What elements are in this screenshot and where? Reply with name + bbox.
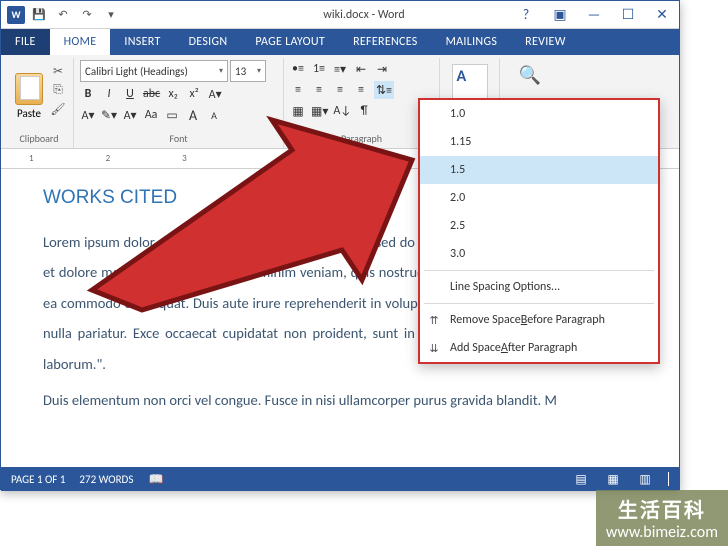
tab-design[interactable]: DESIGN (175, 29, 242, 55)
paste-button[interactable]: Paste (11, 60, 47, 132)
find-icon[interactable]: 🔍 (514, 64, 546, 96)
change-case-button[interactable]: Aa (143, 106, 159, 124)
read-mode-icon[interactable]: ▤ (572, 471, 590, 487)
numbering-button[interactable]: 1≡ (311, 60, 327, 78)
clear-formatting-button[interactable]: ▭ (164, 106, 180, 124)
group-font: Calibri Light (Headings)▾ 13▾ B I U abc … (74, 58, 284, 148)
title-bar: W 💾 ↶ ↷ ▾ wiki.docx - Word ? ▣ — ☐ ✕ (1, 1, 679, 29)
spacing-1-5[interactable]: 1.5 (420, 156, 658, 184)
undo-icon[interactable]: ↶ (55, 7, 71, 23)
spacing-2-0[interactable]: 2.0 (420, 184, 658, 212)
remove-space-icon: ⇈ (426, 314, 442, 327)
superscript-button[interactable]: x² (186, 85, 202, 103)
underline-button[interactable]: U (122, 85, 138, 103)
font-name-combo[interactable]: Calibri Light (Headings)▾ (80, 60, 228, 82)
ribbon-display-icon[interactable]: ▣ (543, 1, 577, 29)
subscript-button[interactable]: x₂ (165, 85, 181, 103)
italic-button[interactable]: I (101, 85, 117, 103)
redo-icon[interactable]: ↷ (79, 7, 95, 23)
styles-icon[interactable] (452, 64, 488, 100)
quick-access-toolbar: 💾 ↶ ↷ ▾ (31, 7, 119, 23)
minimize-icon[interactable]: — (577, 1, 611, 29)
justify-button[interactable]: ≡ (353, 81, 369, 99)
decrease-indent-button[interactable]: ⇤ (353, 60, 369, 78)
font-size-combo[interactable]: 13▾ (230, 60, 266, 82)
window-title: wiki.docx - Word (323, 8, 404, 22)
remove-space-before[interactable]: ⇈Remove Space Before Paragraph (420, 306, 658, 334)
bold-button[interactable]: B (80, 85, 96, 103)
spacing-1-15[interactable]: 1.15 (420, 128, 658, 156)
multilevel-list-button[interactable]: ≡▾ (332, 60, 348, 78)
save-icon[interactable]: 💾 (31, 7, 47, 23)
qat-customize-icon[interactable]: ▾ (103, 7, 119, 23)
bullets-button[interactable]: •≡ (290, 60, 306, 78)
copy-icon[interactable]: ⎘ (49, 82, 67, 98)
grow-font-button[interactable]: A (185, 106, 201, 124)
page-count[interactable]: PAGE 1 OF 1 (11, 473, 65, 486)
tab-review[interactable]: REVIEW (511, 29, 580, 55)
tab-home[interactable]: HOME (50, 29, 111, 55)
spacing-2-5[interactable]: 2.5 (420, 212, 658, 240)
shrink-font-button[interactable]: A (206, 106, 222, 124)
align-right-button[interactable]: ≡ (332, 81, 348, 99)
ribbon-tabs: FILE HOME INSERT DESIGN PAGE LAYOUT REFE… (1, 29, 679, 55)
highlight-button[interactable]: ✎▾ (101, 106, 117, 124)
font-dropdown[interactable]: A▾ (80, 106, 96, 124)
spacing-1-0[interactable]: 1.0 (420, 100, 658, 128)
text-effects-button[interactable]: A▾ (207, 85, 223, 103)
tab-references[interactable]: REFERENCES (339, 29, 432, 55)
tab-file[interactable]: FILE (1, 29, 50, 55)
show-marks-button[interactable]: ¶ (356, 102, 372, 120)
add-space-after[interactable]: ⇊Add Space After Paragraph (420, 334, 658, 362)
maximize-icon[interactable]: ☐ (611, 1, 645, 29)
tab-mailings[interactable]: MAILINGS (432, 29, 512, 55)
borders-button[interactable]: ▦▾ (311, 102, 328, 120)
add-space-icon: ⇊ (426, 342, 442, 355)
align-left-button[interactable]: ≡ (290, 81, 306, 99)
strikethrough-button[interactable]: abc (143, 85, 160, 103)
help-icon[interactable]: ? (509, 1, 543, 29)
print-layout-icon[interactable]: ▦ (604, 471, 622, 487)
group-clipboard: Paste ✂ ⎘ 🖌 Clipboard (5, 58, 74, 148)
close-icon[interactable]: ✕ (645, 1, 679, 29)
format-painter-icon[interactable]: 🖌 (49, 101, 67, 117)
word-count[interactable]: 272 WORDS (79, 473, 133, 486)
word-app-icon: W (7, 6, 25, 24)
web-layout-icon[interactable]: ▥ (636, 471, 654, 487)
group-paragraph: •≡ 1≡ ≡▾ ⇤ ⇥ ≡ ≡ ≡ ≡ ⇅≡ ▦ ▦▾ A↓ ¶ (284, 58, 440, 148)
spellcheck-icon[interactable]: 📖 (147, 471, 165, 487)
font-color-button[interactable]: A▾ (122, 106, 138, 124)
paste-icon (15, 73, 43, 105)
increase-indent-button[interactable]: ⇥ (374, 60, 390, 78)
cut-icon[interactable]: ✂ (49, 63, 67, 79)
watermark: 生活百科 www.bimeiz.com (596, 490, 728, 546)
spacing-3-0[interactable]: 3.0 (420, 240, 658, 268)
tab-page-layout[interactable]: PAGE LAYOUT (241, 29, 339, 55)
line-spacing-options[interactable]: Line Spacing Options... (420, 273, 658, 301)
shading-button[interactable]: ▦ (290, 102, 306, 120)
align-center-button[interactable]: ≡ (311, 81, 327, 99)
status-bar: PAGE 1 OF 1 272 WORDS 📖 ▤ ▦ ▥ (1, 467, 679, 491)
tab-insert[interactable]: INSERT (110, 29, 174, 55)
sort-button[interactable]: A↓ (333, 102, 351, 120)
line-spacing-menu: 1.0 1.15 1.5 2.0 2.5 3.0 Line Spacing Op… (418, 98, 660, 364)
line-spacing-button[interactable]: ⇅≡ (374, 81, 394, 99)
